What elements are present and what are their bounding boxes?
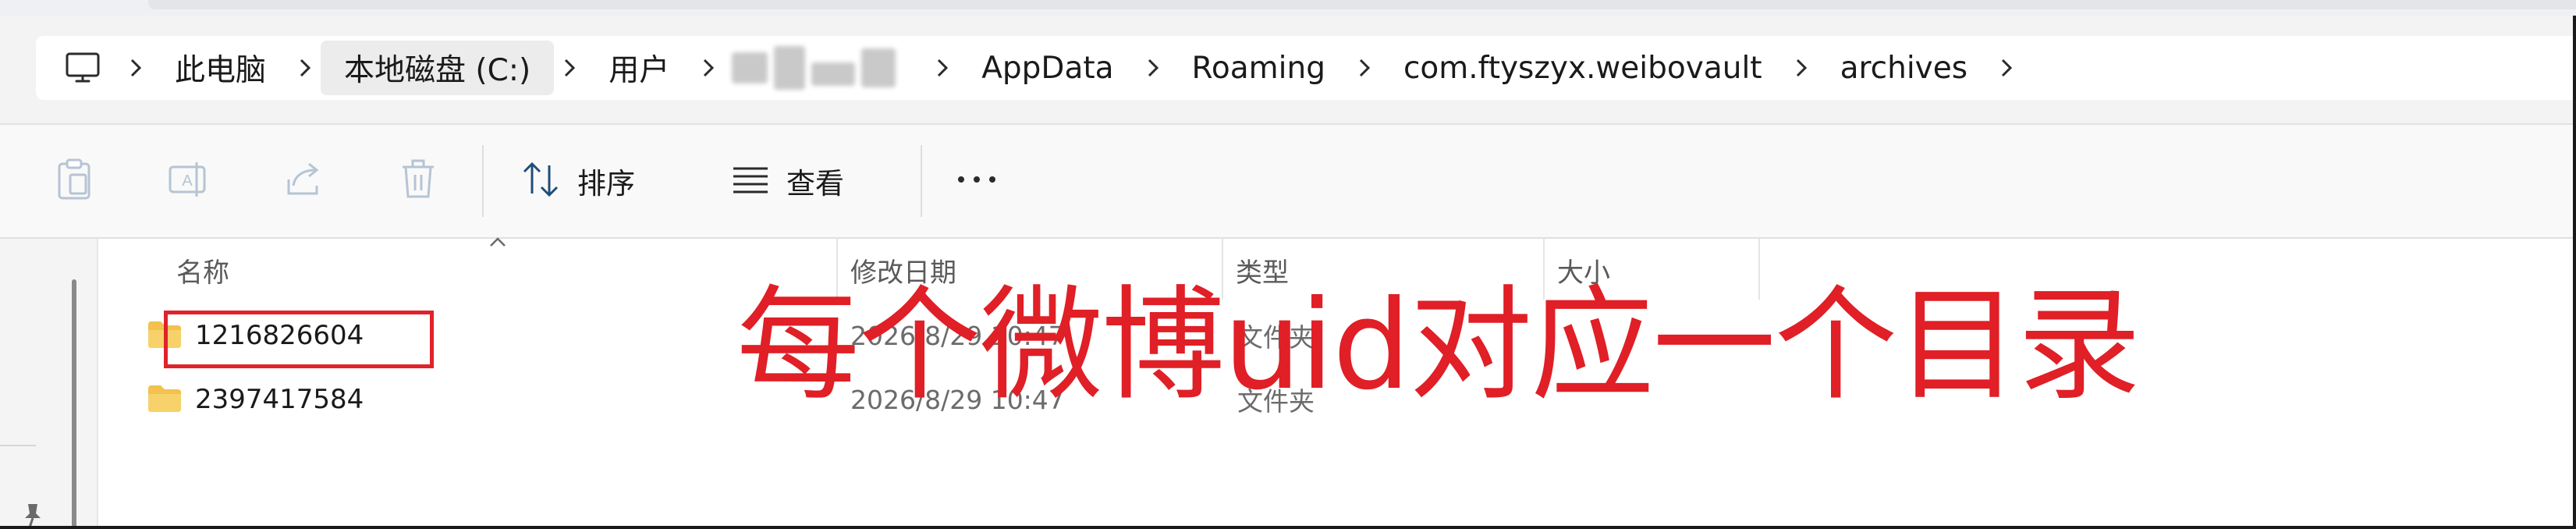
annotation-text: 每个微博uid对应一个目录 — [736, 273, 2141, 417]
window-edge — [2573, 16, 2576, 529]
window-top-strip — [0, 0, 2576, 16]
chevron-right-icon[interactable] — [289, 44, 321, 91]
command-bar: A 排序 查看 — [0, 125, 2576, 239]
rename-icon: A — [165, 158, 209, 204]
toolbar-separator — [921, 145, 922, 217]
svg-text:A: A — [182, 172, 193, 190]
sort-ascending-icon — [488, 236, 507, 251]
redaction-block — [861, 48, 896, 87]
chevron-right-icon[interactable] — [1786, 44, 1817, 91]
chevron-right-icon[interactable] — [927, 44, 958, 91]
clipboard-icon — [53, 158, 95, 204]
navigation-pane — [0, 239, 98, 529]
view-label: 查看 — [786, 167, 844, 201]
share-button[interactable] — [281, 156, 325, 206]
address-bar[interactable]: 此电脑 本地磁盘 (C:) 用户 AppData Roaming com.fty… — [36, 36, 2576, 100]
redaction-block — [811, 62, 856, 86]
chevron-right-icon[interactable] — [554, 44, 585, 91]
list-view-icon — [730, 164, 771, 198]
chevron-right-icon[interactable] — [693, 44, 724, 91]
breadcrumb-users[interactable]: 用户 — [585, 41, 693, 95]
chevron-right-icon[interactable] — [1991, 44, 2022, 91]
nav-divider — [0, 445, 36, 446]
chevron-right-icon[interactable] — [1137, 44, 1169, 91]
breadcrumb-this-pc[interactable]: 此电脑 — [151, 41, 289, 95]
sort-label: 排序 — [577, 167, 635, 201]
file-name: 2397417584 — [195, 384, 364, 415]
more-options-button[interactable] — [953, 156, 1000, 206]
breadcrumb-local-disk-c[interactable]: 本地磁盘 (C:) — [321, 41, 555, 95]
breadcrumb-app-folder[interactable]: com.ftyszyx.weibovault — [1380, 41, 1786, 95]
breadcrumb-appdata[interactable]: AppData — [958, 41, 1137, 95]
view-button[interactable]: 查看 — [730, 156, 844, 206]
sort-button[interactable]: 排序 — [520, 156, 635, 206]
breadcrumb-redacted-username[interactable] — [724, 41, 927, 95]
breadcrumb-roaming[interactable]: Roaming — [1169, 41, 1349, 95]
sort-arrows-icon — [520, 159, 562, 203]
tab-strip — [148, 0, 2576, 9]
window-edge — [0, 526, 2576, 529]
toolbar-separator — [482, 145, 484, 217]
breadcrumb: 此电脑 本地磁盘 (C:) 用户 AppData Roaming com.fty… — [36, 36, 2022, 100]
trash-icon — [398, 158, 438, 204]
delete-button[interactable] — [398, 156, 438, 206]
share-icon — [281, 158, 325, 204]
column-header-name[interactable]: 名称 — [176, 239, 229, 301]
redaction-block — [774, 46, 806, 90]
chevron-right-icon[interactable] — [120, 44, 151, 91]
file-explorer-window: 此电脑 本地磁盘 (C:) 用户 AppData Roaming com.fty… — [0, 0, 2576, 529]
pin-icon[interactable] — [22, 502, 44, 529]
navigation-scrollbar[interactable] — [72, 279, 76, 529]
breadcrumb-archives[interactable]: archives — [1817, 41, 1991, 95]
chevron-right-icon[interactable] — [1349, 44, 1380, 91]
redaction-block — [732, 52, 768, 83]
rename-button[interactable]: A — [165, 156, 209, 206]
annotation-highlight-box — [164, 311, 434, 368]
address-area: 此电脑 本地磁盘 (C:) 用户 AppData Roaming com.fty… — [0, 16, 2576, 125]
computer-icon[interactable] — [59, 44, 106, 91]
paste-button[interactable] — [53, 156, 95, 206]
ellipsis-icon — [953, 172, 1000, 190]
folder-icon — [147, 384, 183, 417]
